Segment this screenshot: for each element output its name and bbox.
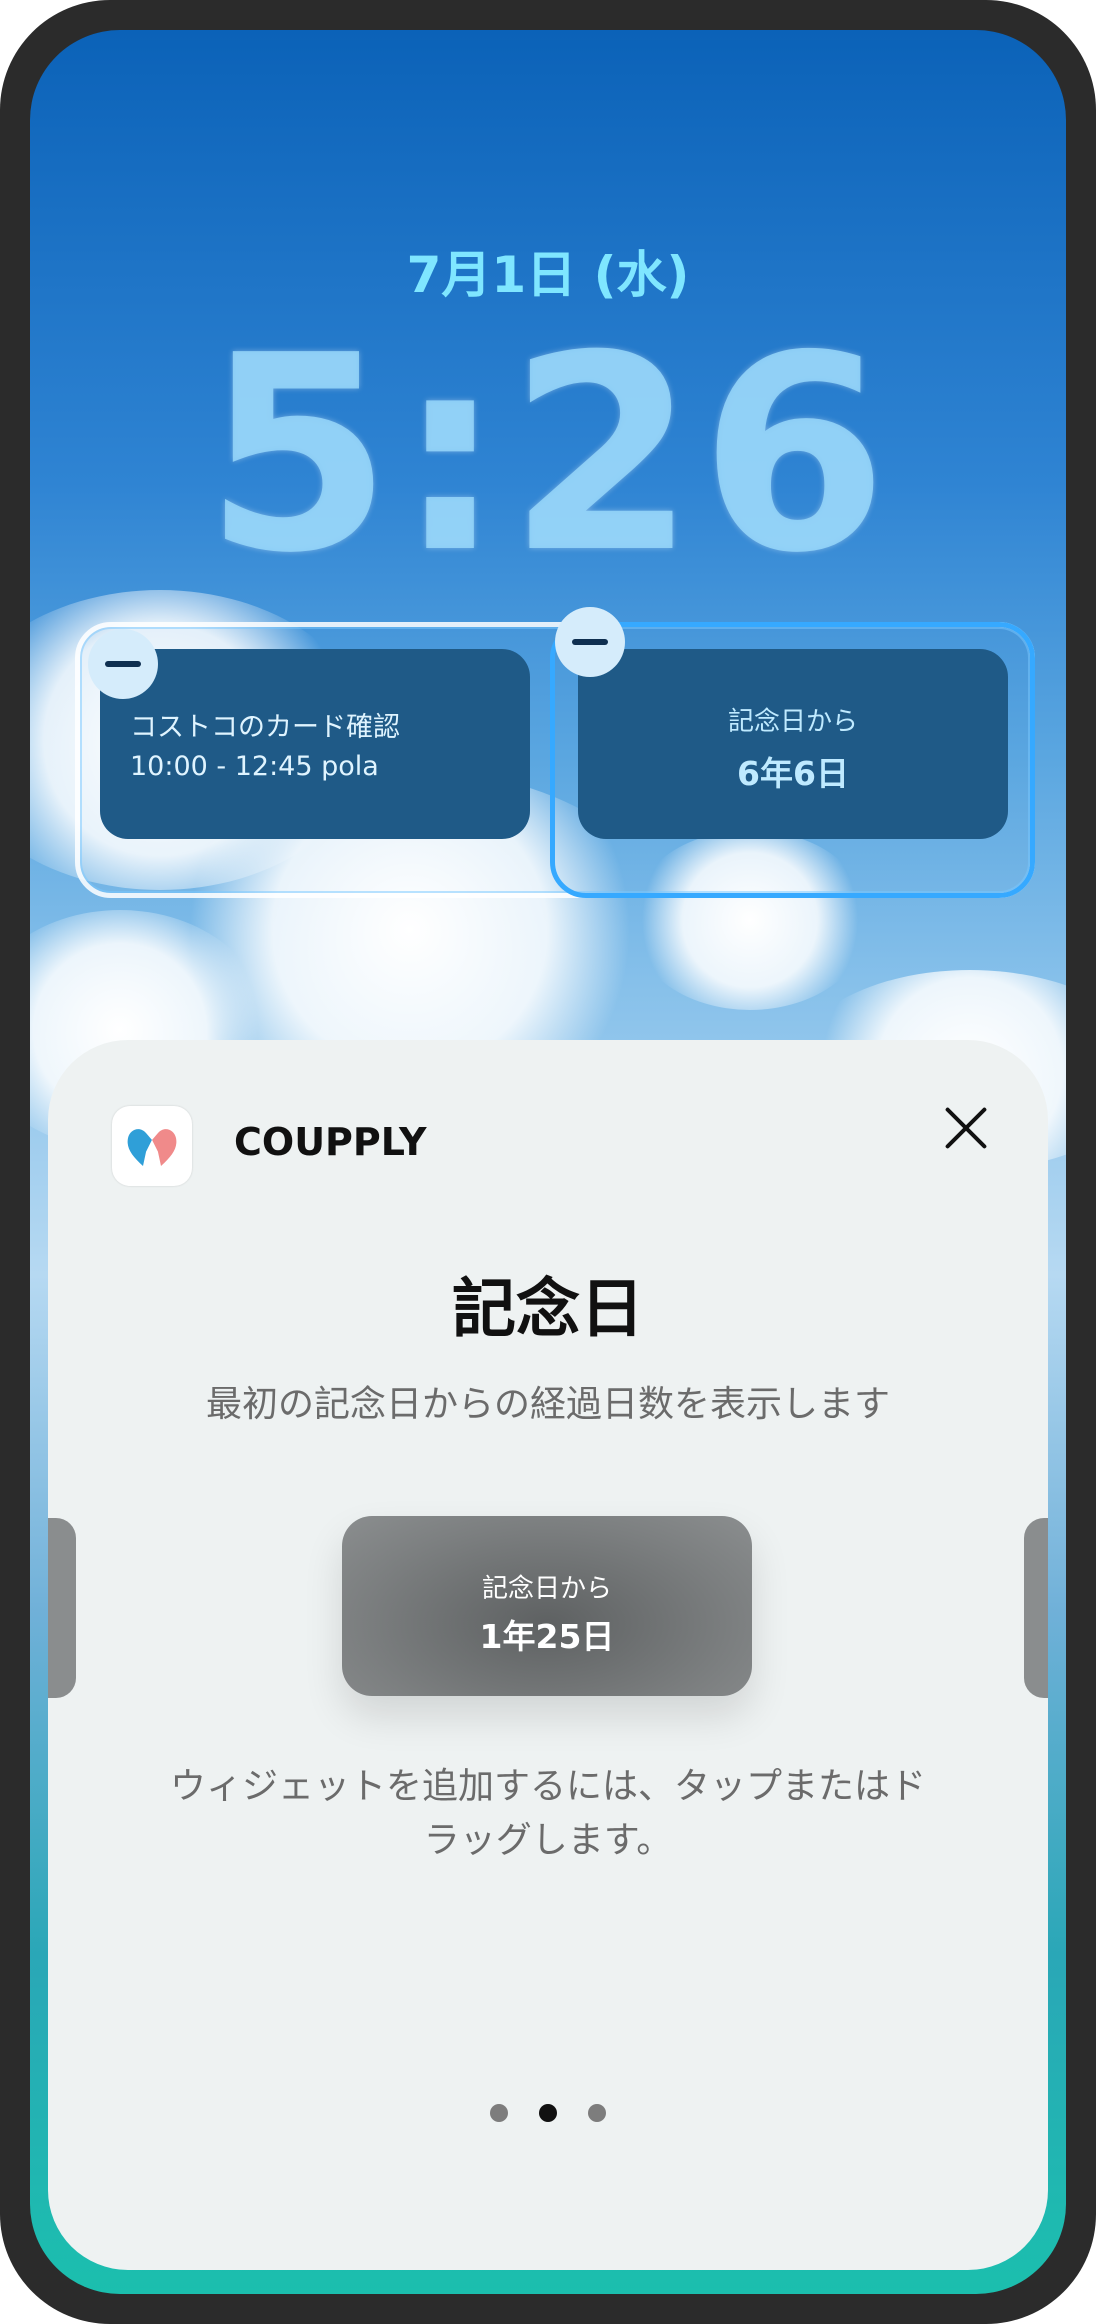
calendar-widget[interactable]: コストコのカード確認 10:00 - 12:45 pola (88, 629, 530, 839)
couple-heart-app-icon (112, 1106, 192, 1186)
widget-title: 記念日 (452, 1273, 644, 1347)
widget-row[interactable]: コストコのカード確認 10:00 - 12:45 pola 記念日から 6年6日 (75, 607, 1035, 898)
preview-label: 記念日から (481, 1574, 612, 1604)
add-widget-hint: ウィジェットを追加するには、タップまたはドラッグします。 (169, 1766, 926, 1861)
page-indicator[interactable] (48, 2104, 1048, 2126)
anniversary-label: 記念日から (727, 707, 858, 737)
calendar-event-time: 10:00 - 12:45 pola (130, 751, 379, 782)
minus-icon[interactable] (555, 607, 625, 677)
calendar-event-title: コストコのカード確認 (130, 712, 400, 743)
preview-value: 1年25日 (479, 1617, 615, 1656)
page-dot[interactable] (489, 2104, 508, 2122)
close-icon[interactable] (936, 1098, 996, 1158)
anniversary-value: 6年6日 (737, 754, 849, 793)
app-name: COUPPLY (234, 1120, 427, 1164)
page-dot[interactable] (588, 2104, 607, 2122)
previous-widget-preview[interactable] (48, 1518, 76, 1698)
widget-gallery-sheet: COUPPLY 記念日 最初の記念日からの経過日数を表示します 記念日から 1年… (48, 1040, 1048, 2270)
page-dot-active[interactable] (539, 2104, 557, 2122)
phone-frame: 7月1日 (水) 5:26 コストコのカード確認 10:00 - 12:45 p… (0, 0, 1096, 2324)
widget-description: 最初の記念日からの経過日数を表示します (205, 1384, 890, 1425)
minus-icon[interactable] (88, 629, 158, 699)
next-widget-preview[interactable] (1024, 1518, 1048, 1698)
lock-time[interactable]: 5:26 (30, 320, 1066, 590)
anniversary-widget[interactable]: 記念日から 6年6日 (578, 649, 1008, 839)
heart-icon (127, 1129, 177, 1168)
widget-preview[interactable]: 記念日から 1年25日 (342, 1516, 752, 1696)
